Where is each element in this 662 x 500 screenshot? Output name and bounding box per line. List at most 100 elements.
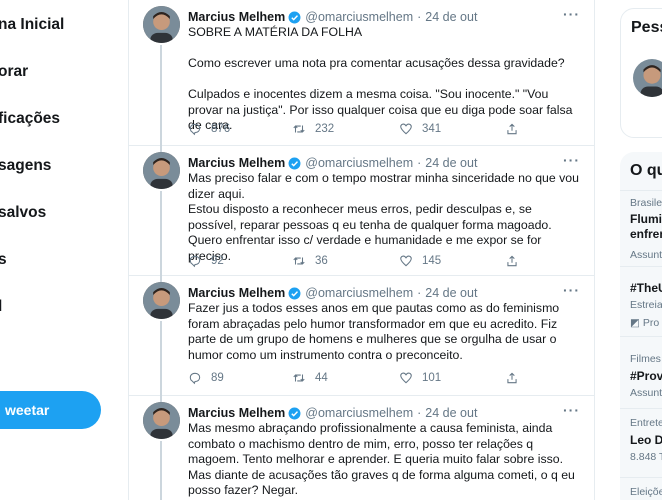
left-navigation: na Inicial orar ficações sagens salvos s… — [0, 0, 128, 500]
people-card-title: Pess — [631, 19, 662, 36]
author-name[interactable]: Marcius Melhem — [188, 286, 285, 300]
tweet-header: Marcius Melhem @omarciusmelhem · 24 de o… — [188, 404, 477, 422]
tweet-header: Marcius Melhem @omarciusmelhem · 24 de o… — [188, 284, 477, 302]
author-name[interactable]: Marcius Melhem — [188, 10, 285, 24]
share-icon — [507, 255, 517, 267]
like-count: 145 — [422, 255, 442, 267]
trend-item[interactable]: Filmes #Prov Assunt — [620, 336, 662, 399]
nav-item-explore[interactable]: orar — [0, 62, 28, 82]
trend-title: Leo D — [630, 433, 662, 447]
thread-connector — [160, 321, 162, 396]
verified-badge-icon — [288, 287, 301, 299]
verified-badge-icon — [288, 11, 301, 23]
tweet[interactable]: Marcius Melhem @omarciusmelhem · 24 de o… — [129, 396, 594, 500]
avatar[interactable] — [143, 282, 180, 319]
trend-meta: Estreia — [630, 299, 662, 311]
tweet-button[interactable]: weetar — [0, 391, 101, 429]
thread-connector — [160, 45, 162, 146]
reply-icon — [189, 255, 201, 268]
retweet-button[interactable]: 36 — [292, 254, 328, 268]
trend-context: Entrete — [630, 417, 662, 429]
reply-button[interactable]: 876 — [188, 122, 230, 136]
nav-item-messages[interactable]: sagens — [0, 156, 51, 176]
nav-item-notifications[interactable]: ficações — [0, 109, 60, 129]
avatar[interactable] — [143, 152, 180, 189]
timeline: Marcius Melhem @omarciusmelhem · 24 de o… — [128, 0, 595, 500]
trend-meta: Assunt — [630, 387, 662, 399]
avatar[interactable] — [143, 6, 180, 43]
thread-connector — [160, 441, 162, 500]
more-options-icon[interactable]: ··· — [563, 6, 580, 22]
trend-title: #Prov — [630, 369, 662, 383]
retweet-button[interactable]: 232 — [292, 122, 334, 136]
tweet[interactable]: Marcius Melhem @omarciusmelhem · 24 de o… — [129, 0, 594, 146]
tweet-date[interactable]: 24 de out — [425, 286, 477, 300]
tweet-date[interactable]: 24 de out — [425, 10, 477, 24]
verified-badge-icon — [288, 407, 301, 419]
tweet-actions: 92 36 145 — [188, 254, 528, 272]
right-sidebar: Pess O qu Brasilei Flumi enfren Assunt #… — [608, 0, 662, 500]
author-handle[interactable]: @omarciusmelhem — [305, 286, 413, 300]
tweet[interactable]: Marcius Melhem @omarciusmelhem · 24 de o… — [129, 146, 594, 276]
tweet-text: Fazer jus a todos esses anos em que paut… — [188, 301, 563, 362]
tweet-text: SOBRE A MATÉRIA DA FOLHA Como escrever u… — [188, 25, 573, 132]
like-button[interactable]: 101 — [399, 371, 441, 385]
more-options-icon[interactable]: ··· — [563, 282, 580, 298]
more-options-icon[interactable]: ··· — [563, 152, 580, 168]
thread-connector — [160, 191, 162, 276]
retweet-icon — [293, 257, 305, 265]
trend-item[interactable]: Brasilei Flumi enfren Assunt — [620, 190, 662, 266]
author-handle[interactable]: @omarciusmelhem — [305, 156, 413, 170]
nav-item-lists[interactable]: s — [0, 250, 7, 270]
tweet-date[interactable]: 24 de out — [425, 156, 477, 170]
reply-button[interactable]: 89 — [188, 371, 224, 385]
tweet-header: Marcius Melhem @omarciusmelhem · 24 de o… — [188, 8, 477, 26]
like-button[interactable]: 145 — [399, 254, 441, 268]
trend-item[interactable]: Entrete Leo D 8.848 T — [620, 408, 662, 480]
trend-item[interactable]: Eleiçõe — [620, 477, 662, 500]
author-name[interactable]: Marcius Melhem — [188, 156, 285, 170]
author-name[interactable]: Marcius Melhem — [188, 406, 285, 420]
retweet-icon — [293, 374, 305, 382]
separator-dot: · — [417, 10, 422, 24]
avatar[interactable] — [143, 402, 180, 439]
trend-context: Eleiçõe — [630, 486, 662, 498]
nav-item-home[interactable]: na Inicial — [0, 15, 64, 35]
tweet[interactable]: Marcius Melhem @omarciusmelhem · 24 de o… — [129, 276, 594, 396]
reply-count: 92 — [211, 255, 224, 267]
share-icon — [507, 372, 517, 384]
nav-item-profile[interactable]: l — [0, 297, 2, 317]
promoted-label: ◩ Pro — [630, 317, 660, 329]
nav-item-bookmarks[interactable]: salvos — [0, 203, 46, 223]
separator-dot: · — [417, 286, 422, 300]
like-button[interactable]: 341 — [399, 122, 441, 136]
author-handle[interactable]: @omarciusmelhem — [305, 10, 413, 24]
share-button[interactable] — [505, 254, 528, 268]
trend-meta: 8.848 T — [630, 451, 662, 463]
reply-icon — [189, 123, 201, 136]
trend-meta: Assunt — [630, 249, 662, 261]
retweet-icon — [293, 125, 305, 133]
trend-context: Filmes — [630, 353, 661, 365]
trend-context: Brasilei — [630, 197, 662, 209]
avatar[interactable] — [633, 59, 662, 97]
reply-button[interactable]: 92 — [188, 254, 224, 268]
tweet-text: Mas mesmo abraçando profissionalmente a … — [188, 421, 575, 497]
retweet-button[interactable]: 44 — [292, 371, 328, 385]
share-button[interactable] — [505, 122, 528, 136]
author-handle[interactable]: @omarciusmelhem — [305, 406, 413, 420]
like-count: 101 — [422, 372, 442, 384]
tweet-date[interactable]: 24 de out — [425, 406, 477, 420]
tweet-header: Marcius Melhem @omarciusmelhem · 24 de o… — [188, 154, 477, 172]
reply-icon — [189, 372, 201, 385]
share-button[interactable] — [505, 371, 528, 385]
trends-card-title: O qu — [630, 162, 662, 179]
trend-item[interactable]: #TheU Estreia ◩ Pro — [620, 266, 662, 336]
separator-dot: · — [417, 156, 422, 170]
verified-badge-icon — [288, 157, 301, 169]
reply-count: 89 — [211, 372, 224, 384]
trend-title: #TheU — [630, 281, 662, 295]
retweet-count: 232 — [315, 123, 335, 135]
people-card: Pess — [620, 8, 662, 138]
more-options-icon[interactable]: ··· — [563, 402, 580, 418]
